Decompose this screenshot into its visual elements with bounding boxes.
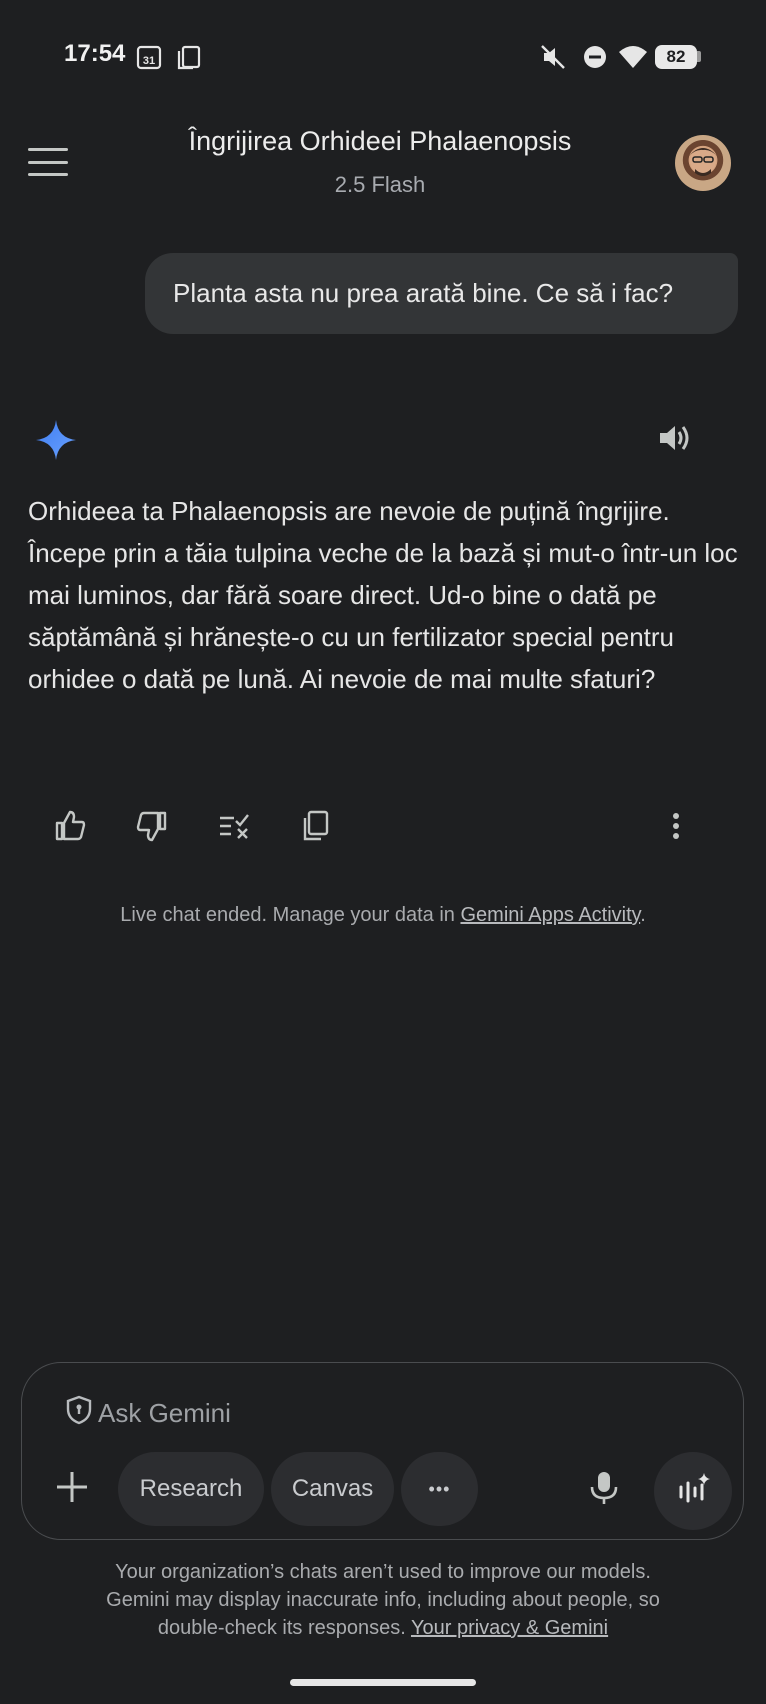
calendar-day: 31 (143, 55, 155, 67)
copy-icon[interactable] (296, 806, 336, 846)
calendar-icon: 31 (136, 44, 162, 70)
response-text: Orhideea ta Phalaenopsis are nevoie de p… (28, 496, 738, 694)
live-waveform-icon (679, 1473, 710, 1503)
microphone-icon[interactable] (584, 1468, 624, 1508)
status-time: 17:54 (64, 40, 126, 67)
thumbs-down-icon[interactable] (132, 806, 172, 846)
disclaimer-line2: Gemini may display inaccurate info, incl… (106, 1589, 660, 1611)
thumbs-up-icon[interactable] (50, 806, 90, 846)
notice-suffix: . (640, 904, 646, 926)
model-selector[interactable]: 2.5 Flash (120, 172, 640, 198)
privacy-link[interactable]: Your privacy & Gemini (411, 1617, 608, 1639)
mute-icon (540, 44, 566, 70)
battery-icon: 82 (655, 45, 697, 69)
add-icon[interactable] (52, 1467, 92, 1507)
speaker-icon[interactable] (654, 418, 694, 458)
battery-tip (697, 51, 701, 62)
avatar[interactable] (675, 135, 731, 191)
user-message: Planta asta nu prea arată bine. Ce să i … (145, 253, 738, 334)
notice-text: Live chat ended. Manage your data in (120, 904, 461, 926)
live-chat-notice: Live chat ended. Manage your data in Gem… (0, 904, 766, 927)
shield-icon (66, 1395, 92, 1425)
ask-gemini-input[interactable] (96, 1392, 500, 1434)
disclaimer-line1: Your organization’s chats aren’t used to… (115, 1561, 651, 1583)
menu-icon[interactable] (28, 145, 68, 179)
more-tools-button[interactable]: ••• (401, 1452, 478, 1526)
research-button[interactable]: Research (118, 1452, 264, 1526)
disclaimer: Your organization’s chats aren’t used to… (40, 1558, 726, 1642)
canvas-button[interactable]: Canvas (271, 1452, 394, 1526)
gemini-live-button[interactable] (654, 1452, 732, 1530)
gemini-apps-activity-link[interactable]: Gemini Apps Activity (460, 904, 640, 926)
wifi-icon (618, 44, 648, 70)
home-indicator[interactable] (290, 1679, 476, 1686)
more-vert-icon[interactable] (656, 806, 696, 846)
disclaimer-line3: double-check its responses. (157, 1617, 411, 1639)
dnd-icon (582, 44, 608, 70)
double-check-icon[interactable] (214, 806, 254, 846)
chat-title: Îngrijirea Orhideei Phalaenopsis (188, 126, 572, 156)
gemini-sparkle-icon (34, 418, 78, 462)
screen-icon (176, 44, 202, 70)
